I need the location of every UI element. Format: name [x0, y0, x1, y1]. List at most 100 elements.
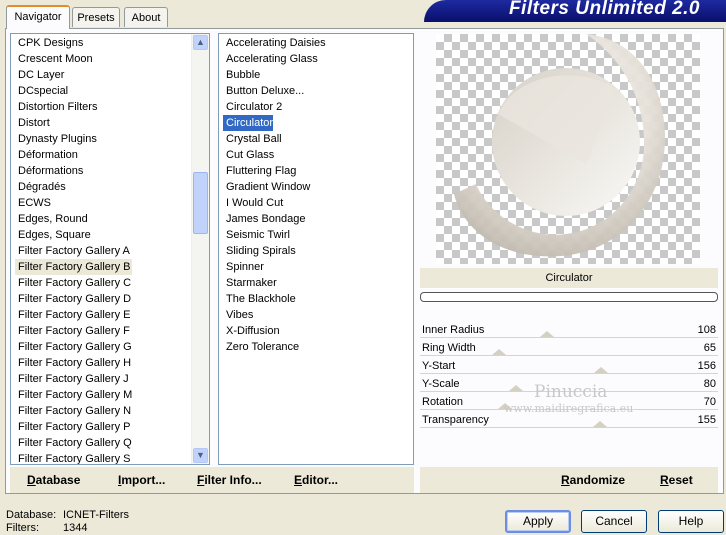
slider-thumb[interactable] [509, 385, 523, 391]
slider-track[interactable] [420, 427, 718, 428]
category-item[interactable]: ECWS [15, 195, 51, 211]
database-button[interactable]: Database [27, 467, 80, 493]
category-item[interactable]: Edges, Round [15, 211, 88, 227]
slider-thumb[interactable] [540, 331, 554, 337]
title-banner: Filters Unlimited 2.0 [424, 0, 726, 22]
editor-button[interactable]: Editor... [294, 467, 338, 493]
filter-item[interactable]: Circulator 2 [223, 99, 282, 115]
filter-item[interactable]: Fluttering Flag [223, 163, 296, 179]
parameter-name: Ring Width [422, 342, 476, 354]
filter-item[interactable]: Spinner [223, 259, 264, 275]
preview-circulator-render [454, 34, 666, 257]
filter-list[interactable]: Accelerating Daisies Accelerating Glass Bu… [218, 33, 414, 465]
category-item[interactable]: Filter Factory Gallery C [15, 275, 131, 291]
category-item[interactable]: DC Layer [15, 67, 64, 83]
help-button[interactable]: Help [658, 510, 724, 533]
filter-item[interactable]: Zero Tolerance [223, 339, 299, 355]
category-item[interactable]: Edges, Square [15, 227, 91, 243]
apply-button[interactable]: Apply [505, 510, 571, 533]
category-item[interactable]: Filter Factory Gallery B [15, 259, 132, 275]
category-item[interactable]: Filter Factory Gallery D [15, 291, 131, 307]
parameter-row[interactable]: Inner Radius 108 [420, 322, 718, 340]
category-item[interactable]: Filter Factory Gallery E [15, 307, 130, 323]
parameter-name: Rotation [422, 396, 463, 408]
tab-navigator[interactable]: Navigator [6, 5, 70, 29]
category-scrollbar[interactable]: ▲ ▼ [191, 34, 209, 464]
slider-track[interactable] [420, 373, 718, 374]
category-item[interactable]: Distort [15, 115, 50, 131]
filter-item[interactable]: Accelerating Glass [223, 51, 318, 67]
parameter-value: 65 [703, 342, 716, 354]
filter-item[interactable]: Vibes [223, 307, 253, 323]
filter-item[interactable]: Accelerating Daisies [223, 35, 326, 51]
category-item[interactable]: Dégradés [15, 179, 66, 195]
banner-title: Filters Unlimited 2.0 [508, 0, 700, 19]
filter-item[interactable]: Gradient Window [223, 179, 310, 195]
scroll-thumb[interactable] [193, 172, 208, 234]
category-list[interactable]: Filter Factory Gallery S Filter Factory G… [10, 33, 210, 465]
category-item[interactable]: Filter Factory Gallery H [15, 355, 131, 371]
category-item[interactable]: Déformation [15, 147, 78, 163]
parameter-name: Inner Radius [422, 324, 485, 336]
reset-button[interactable]: Reset [660, 467, 693, 493]
progress-bar [420, 292, 718, 302]
category-item[interactable]: Distortion Filters [15, 99, 97, 115]
import-button[interactable]: Import... [118, 467, 165, 493]
parameter-name: Transparency [422, 414, 489, 426]
filter-item[interactable]: Cut Glass [223, 147, 274, 163]
filter-item[interactable]: Circulator [223, 115, 274, 131]
filter-item[interactable]: Bubble [223, 67, 260, 83]
scroll-up-button[interactable]: ▲ [193, 35, 208, 50]
scroll-down-button[interactable]: ▼ [193, 448, 208, 463]
filter-item[interactable]: Starmaker [223, 275, 277, 291]
watermark-url: www.maidiregrafica.eu [504, 402, 634, 415]
slider-thumb[interactable] [492, 349, 506, 355]
filter-item[interactable]: I Would Cut [223, 195, 283, 211]
filter-item[interactable]: Sliding Spirals [223, 243, 296, 259]
category-item[interactable]: Filter Factory Gallery P [15, 419, 130, 435]
category-item[interactable]: Filter Factory Gallery G [15, 339, 132, 355]
slider-thumb[interactable] [594, 367, 608, 373]
parameter-row[interactable]: Y-Start 156 [420, 358, 718, 376]
category-item[interactable]: Filter Factory Gallery S [15, 451, 130, 464]
category-item[interactable]: Crescent Moon [15, 51, 93, 67]
filter-item[interactable]: Seismic Twirl [223, 227, 290, 243]
cancel-button[interactable]: Cancel [581, 510, 647, 533]
filter-item[interactable]: Crystal Ball [223, 131, 282, 147]
parameter-value: 155 [697, 414, 716, 426]
slider-track[interactable] [420, 337, 718, 338]
slider-track[interactable] [420, 355, 718, 356]
category-item[interactable]: Dynasty Plugins [15, 131, 97, 147]
parameter-name: Y-Scale [422, 378, 460, 390]
parameter-row[interactable]: Ring Width 65 [420, 340, 718, 358]
category-item[interactable]: Déformations [15, 163, 83, 179]
filter-info-button[interactable]: Filter Info... [197, 467, 262, 493]
status-database-value: ICNET-Filters [63, 509, 129, 521]
watermark-name: Pinuccia [534, 382, 608, 402]
category-item[interactable]: Filter Factory Gallery F [15, 323, 130, 339]
category-item[interactable]: Filter Factory Gallery Q [15, 435, 132, 451]
category-item[interactable]: DCspecial [15, 83, 68, 99]
parameter-sliders: Inner Radius 108 Ring Width 65 Y-Start 156 Y-S… [420, 322, 718, 432]
parameter-value: 80 [703, 378, 716, 390]
filter-item[interactable]: X-Diffusion [223, 323, 280, 339]
filter-item[interactable]: Button Deluxe... [223, 83, 304, 99]
filter-item[interactable]: The Blackhole [223, 291, 296, 307]
category-item[interactable]: Filter Factory Gallery M [15, 387, 132, 403]
status-database-label: Database: [6, 509, 57, 521]
filter-item[interactable]: James Bondage [223, 211, 306, 227]
category-item[interactable]: Filter Factory Gallery A [15, 243, 130, 259]
right-link-bar: Randomize Reset [420, 467, 718, 493]
category-item[interactable]: Filter Factory Gallery N [15, 403, 131, 419]
parameter-name: Y-Start [422, 360, 456, 372]
status-filters: Filters: 1344 [6, 522, 87, 534]
category-item[interactable]: Filter Factory Gallery J [15, 371, 129, 387]
slider-thumb[interactable] [593, 421, 607, 427]
status-filters-value: 1344 [63, 522, 88, 534]
tab-presets[interactable]: Presets [72, 7, 120, 27]
tab-about[interactable]: About [124, 7, 168, 27]
randomize-button[interactable]: Randomize [561, 467, 625, 493]
category-item[interactable]: CPK Designs [15, 35, 83, 51]
status-database: Database: ICNET-Filters [6, 509, 129, 521]
parameter-value: 70 [703, 396, 716, 408]
